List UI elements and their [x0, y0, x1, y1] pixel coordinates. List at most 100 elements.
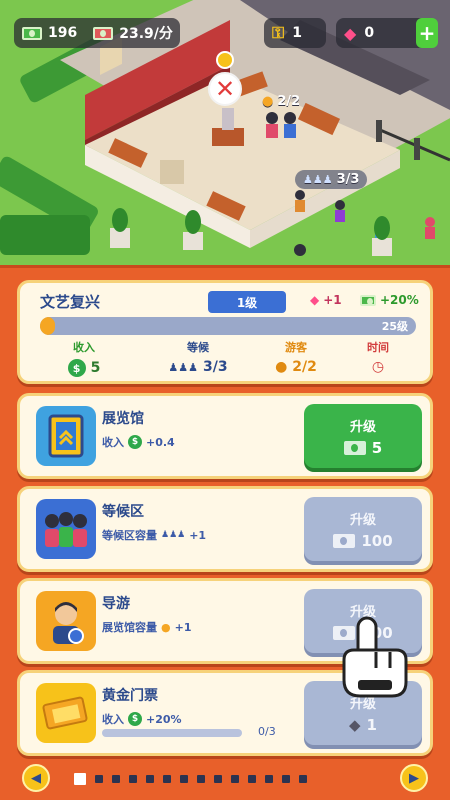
previous-page-button[interactable]: ◀ — [22, 764, 50, 792]
waiting-area-icon — [36, 499, 96, 559]
wait-count-bubble: ♟♟♟ 3/3 — [295, 170, 368, 189]
row-desc: 收入 $ +20% — [102, 711, 182, 727]
upgrade-waiting-area-button[interactable]: 升级 100 — [304, 497, 422, 561]
upgrade-cost-value: 100 — [361, 531, 393, 550]
row-desc-prefix: 收入 — [102, 713, 124, 726]
close-button[interactable]: ✕ — [208, 72, 242, 106]
page-dot[interactable] — [299, 775, 307, 783]
wait-count: 3/3 — [336, 172, 360, 187]
upgrade-panel: 文艺复兴 1级 ◆ +1 +20% 25级 收入 $5 等候 ♟♟♟ 3/3 游客… — [0, 265, 450, 800]
dollar-coin-icon: $ — [128, 712, 142, 726]
page-dot[interactable] — [129, 775, 137, 783]
upgrade-cost-value: 1 — [366, 715, 377, 734]
guide-count: 2/2 — [277, 94, 301, 109]
stat-income-label: 收入 — [73, 341, 95, 354]
row-title: 导游 — [102, 596, 130, 612]
stat-visitors: 游客 ● 2/2 — [256, 339, 336, 375]
key-amount: 1 — [292, 25, 302, 41]
page-dot[interactable] — [163, 775, 171, 783]
ticket-progress-label: 0/3 — [258, 725, 276, 738]
page-dot[interactable] — [74, 773, 86, 785]
tutorial-hand-pointer-icon — [342, 616, 408, 698]
page-dot[interactable] — [248, 775, 256, 783]
hud-keys-display: ⚿ 1 — [264, 18, 326, 48]
dollar-coin-icon: $ — [67, 359, 86, 377]
row-desc-value: +1 — [174, 620, 192, 634]
page-dot[interactable] — [214, 775, 222, 783]
stat-wait: 等候 ♟♟♟ 3/3 — [158, 339, 238, 375]
page-dot[interactable] — [180, 775, 188, 783]
row-title: 等候区 — [102, 504, 144, 520]
golden-ticket-icon — [36, 683, 96, 743]
stat-wait-value: 3/3 — [202, 359, 228, 375]
upgrade-row-waiting-area: 等候区 等候区容量 ♟♟♟ +1 升级 100 — [17, 486, 433, 572]
person-icon: ● — [262, 94, 274, 109]
cash-icon — [22, 26, 42, 40]
upgrade-label: 升级 — [349, 419, 376, 435]
level-progress-bar: 25级 — [40, 317, 416, 335]
level-badge: 1级 — [208, 291, 286, 313]
page-dot[interactable] — [231, 775, 239, 783]
cash-icon — [343, 440, 366, 455]
stat-wait-label: 等候 — [187, 341, 209, 354]
exhibit-summary-card: 文艺复兴 1级 ◆ +1 +20% 25级 收入 $5 等候 ♟♟♟ 3/3 游客… — [17, 280, 433, 384]
money-amount: 196 — [48, 25, 78, 41]
key-icon: ⚿ — [272, 23, 285, 42]
row-desc-prefix: 等候区容量 — [102, 529, 157, 542]
page-dot[interactable] — [197, 775, 205, 783]
upgrade-cost-value: 5 — [371, 438, 383, 457]
page-dot[interactable] — [282, 775, 290, 783]
guide-count-bubble: ● 2/2 — [262, 94, 300, 109]
upgrade-row-exhibit-hall: 展览馆 收入 $ +0.4 升级 5 — [17, 393, 433, 479]
gem-amount: 0 — [364, 25, 375, 41]
row-desc-value: +20% — [146, 712, 182, 726]
hud-gems-display: ◆ 0 + — [336, 18, 438, 48]
level-progress-fill — [40, 317, 56, 335]
row-desc: 收入 $ +0.4 — [102, 434, 175, 450]
cash-icon — [333, 533, 356, 548]
tour-guide-icon — [36, 591, 96, 651]
cash-bonus: +20% — [360, 293, 419, 307]
row-desc-value: +1 — [189, 528, 207, 542]
ticket-progress-bar — [102, 729, 242, 737]
row-title: 展览馆 — [102, 411, 144, 427]
page-dot[interactable] — [95, 775, 103, 783]
person-icon: ● — [161, 620, 171, 634]
gem-bonus: ◆ +1 — [310, 293, 342, 307]
page-dot[interactable] — [112, 775, 120, 783]
upgrade-exhibit-hall-button[interactable]: 升级 5 — [304, 404, 422, 468]
row-desc: 展览馆容量 ● +1 — [102, 619, 191, 635]
add-gems-button[interactable]: + — [416, 18, 438, 48]
stat-visitors-label: 游客 — [285, 341, 307, 354]
income-rate-icon — [93, 26, 114, 40]
upgrade-cost: ◆ 1 — [349, 716, 377, 734]
dollar-coin-icon: $ — [128, 435, 142, 449]
page-navigator: ◀ ▶ — [0, 760, 450, 800]
gem-icon: ◆ — [310, 293, 320, 307]
group-icon: ♟♟♟ — [168, 360, 198, 374]
gem-icon: ◆ — [344, 23, 357, 43]
stat-time-label: 时间 — [367, 341, 389, 354]
next-page-button[interactable]: ▶ — [400, 764, 428, 792]
upgrade-cost: 5 — [343, 438, 383, 457]
game-scene[interactable]: 196 23.9/分 ⚿ 1 ◆ 0 + ✕ ● 2/2 ♟♟♟ 3/3 — [0, 0, 450, 265]
person-icon: ● — [275, 359, 288, 375]
row-desc: 等候区容量 ♟♟♟ +1 — [102, 527, 206, 543]
row-desc-prefix: 收入 — [102, 436, 124, 449]
exhibit-name: 文艺复兴 — [40, 293, 101, 311]
upgrade-label: 升级 — [349, 512, 376, 528]
page-dot[interactable] — [265, 775, 273, 783]
stat-time: 时间 ◷ — [338, 339, 418, 375]
income-rate: 23.9/分 — [119, 26, 173, 42]
clock-icon: ◷ — [371, 359, 385, 375]
page-dots — [74, 773, 307, 785]
page-dot[interactable] — [146, 775, 154, 783]
cash-bonus-value: +20% — [380, 293, 419, 307]
gem-bonus-value: +1 — [323, 293, 342, 307]
row-title: 黄金门票 — [102, 688, 158, 704]
row-desc-prefix: 展览馆容量 — [102, 621, 157, 634]
level-progress-label: 25级 — [381, 320, 408, 333]
stat-income: 收入 $5 — [44, 339, 124, 377]
stat-visitors-value: 2/2 — [292, 359, 317, 375]
row-desc-value: +0.4 — [146, 435, 175, 449]
